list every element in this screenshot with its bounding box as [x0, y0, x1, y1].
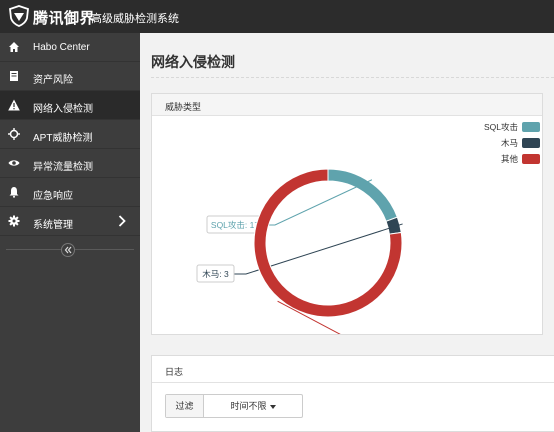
- threat-donut-chart: SQL攻击: 17木马: 3其他: 68SQL攻击木马其他: [196, 122, 540, 334]
- panel-title: 日志: [165, 367, 184, 377]
- warning-icon: [8, 99, 20, 111]
- sidebar-item-label: 网络入侵检测: [33, 104, 93, 115]
- page-title: 网络入侵检测: [151, 54, 235, 70]
- threat-type-panel: 威胁类型 SQL攻击: 17木马: 3其他: 68SQL攻击木马其他: [151, 93, 543, 335]
- crosshair-icon: [8, 128, 20, 140]
- callout-label-1: 木马: 3: [202, 269, 229, 279]
- caret-down-icon: [269, 404, 276, 409]
- double-chevron-left-icon: [64, 246, 72, 254]
- sidebar-item-label: APT威胁检测: [33, 133, 93, 144]
- brand-name: 腾讯御界: [33, 10, 96, 27]
- sidebar-item-apt[interactable]: APT威胁检测: [0, 120, 140, 149]
- legend-label-0: SQL攻击: [484, 122, 518, 132]
- log-panel: 日志 过滤 时间不限: [151, 355, 554, 432]
- sidebar-item-system-management[interactable]: 系统管理: [0, 207, 140, 236]
- sidebar-item-label: Habo Center: [33, 42, 90, 53]
- callout-label-0: SQL攻击: 17: [211, 220, 259, 230]
- main-content: 网络入侵检测 威胁类型 SQL攻击: 17木马: 3其他: 68SQL攻击木马其…: [140, 33, 554, 432]
- legend-swatch-2: [522, 154, 540, 164]
- sidebar-item-label: 系统管理: [33, 220, 73, 231]
- sidebar-item-asset-risk[interactable]: 资产风险: [0, 62, 140, 91]
- filter-label: 过滤: [166, 395, 204, 417]
- chevron-right-icon: [118, 215, 126, 227]
- legend-swatch-0: [522, 122, 540, 132]
- bell-icon: [9, 187, 19, 198]
- sidebar-item-label: 资产风险: [33, 75, 73, 86]
- top-bar: 腾讯御界 高级威胁检测系统: [0, 0, 554, 33]
- shield-logo-icon: [9, 5, 29, 27]
- log-filter-group: 过滤 时间不限: [165, 394, 303, 418]
- eye-icon: [8, 160, 20, 166]
- sidebar-item-network-intrusion[interactable]: 网络入侵检测: [0, 91, 140, 120]
- app-subtitle: 高级威胁检测系统: [91, 13, 179, 25]
- legend-label-1: 木马: [501, 138, 518, 148]
- panel-title: 威胁类型: [165, 102, 202, 112]
- sidebar-item-label: 异常流量检测: [33, 162, 93, 173]
- sidebar-item-abnormal-traffic[interactable]: 异常流量检测: [0, 149, 140, 178]
- legend-label-2: 其他: [501, 154, 519, 164]
- document-icon: [10, 71, 18, 81]
- sidebar-item-emergency[interactable]: 应急响应: [0, 178, 140, 207]
- time-range-value: 时间不限: [230, 401, 267, 411]
- time-range-dropdown[interactable]: 时间不限: [204, 395, 302, 417]
- sidebar-item-habo-center[interactable]: Habo Center: [0, 33, 140, 62]
- gear-icon: [8, 215, 20, 227]
- panel-header: 威胁类型: [152, 94, 542, 116]
- legend-swatch-1: [522, 138, 540, 148]
- sidebar: Habo Center 资产风险 网络入侵检测 APT威胁检测 异常流量检测 应…: [0, 33, 140, 432]
- panel-header: 日志: [152, 356, 554, 383]
- title-divider: [151, 77, 554, 78]
- sidebar-item-label: 应急响应: [33, 191, 73, 202]
- sidebar-collapse-button[interactable]: [61, 243, 75, 257]
- home-icon: [9, 42, 19, 52]
